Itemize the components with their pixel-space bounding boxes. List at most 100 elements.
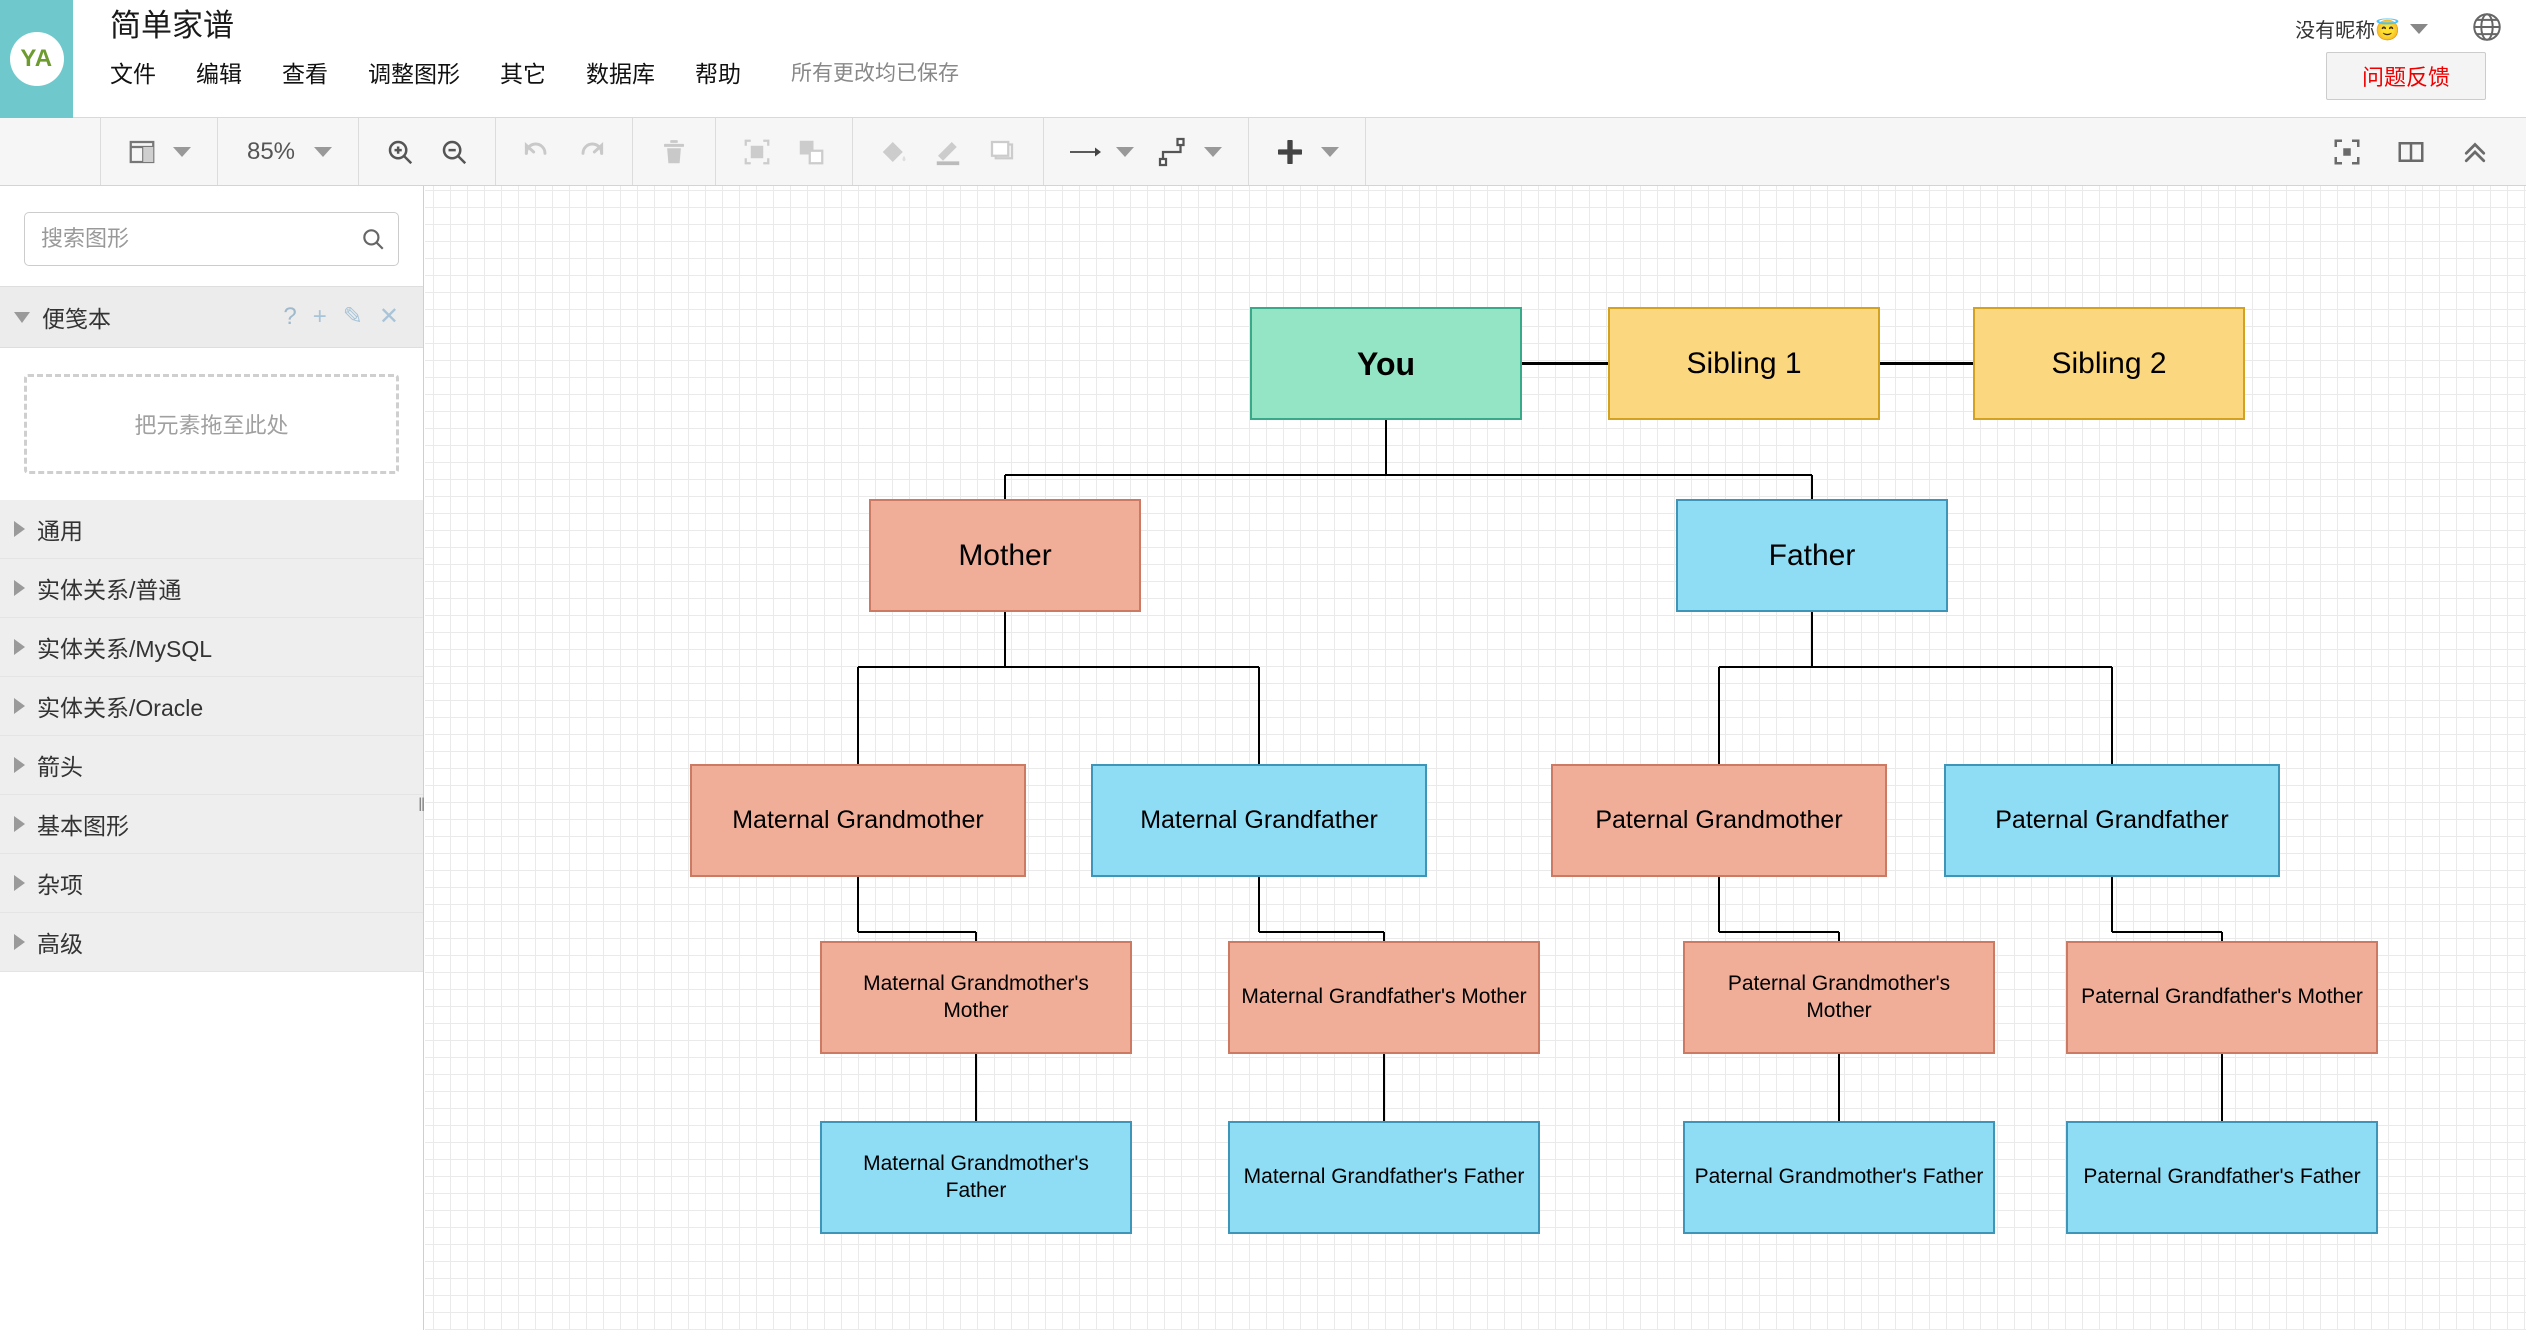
- shadow-icon[interactable]: [975, 125, 1029, 179]
- scratchpad-actions: ? + ✎ ✕: [283, 305, 409, 329]
- app-header: YA 简单家谱 文件 编辑 查看 调整图形 其它 数据库 帮助 所有更改均已保存…: [0, 0, 2526, 118]
- arrow-style-icon[interactable]: [1058, 125, 1112, 179]
- toolbar-group-style: [853, 118, 1044, 185]
- arrow-dropdown-caret-icon[interactable]: [1116, 146, 1134, 157]
- diagram-node-mgm-f[interactable]: Maternal Grandmother's Father: [820, 1121, 1132, 1234]
- menu-help[interactable]: 帮助: [695, 58, 741, 90]
- diagram-node-father[interactable]: Father: [1676, 499, 1948, 612]
- chevron-right-icon: [14, 757, 25, 773]
- chevron-right-icon: [14, 639, 25, 655]
- feedback-button[interactable]: 问题反馈: [2326, 52, 2486, 100]
- fill-color-icon[interactable]: [867, 125, 921, 179]
- diagram-edge-you-to-father: [1386, 473, 1812, 477]
- redo-icon[interactable]: [564, 125, 618, 179]
- chevron-up-double-icon[interactable]: [2448, 125, 2502, 179]
- sidebar-category-er-general[interactable]: 实体关系/普通: [0, 559, 423, 618]
- menu-view[interactable]: 查看: [282, 58, 328, 90]
- diagram-canvas[interactable]: You Sibling 1 Sibling 2 Mother Father Materna…: [425, 186, 2526, 1330]
- toolbar-right-group: [2320, 118, 2526, 185]
- category-label: 实体关系/普通: [37, 577, 182, 603]
- sidebar-resize-handle[interactable]: ‖: [418, 792, 428, 818]
- diagram-node-mgf-f[interactable]: Maternal Grandfather's Father: [1228, 1121, 1540, 1234]
- menu-arrange[interactable]: 调整图形: [368, 58, 460, 90]
- toolbar-group-order: [716, 118, 853, 185]
- zoom-level-label[interactable]: 85%: [232, 138, 310, 166]
- diagram-node-sib2[interactable]: Sibling 2: [1973, 307, 2245, 420]
- sidebar-category-arrows[interactable]: 箭头: [0, 736, 423, 795]
- bring-to-front-icon[interactable]: [730, 125, 784, 179]
- diagram-edge-mother-to-mgm: [856, 667, 860, 764]
- app-logo[interactable]: YA: [0, 0, 73, 118]
- diagram-node-mgf-m[interactable]: Maternal Grandfather's Mother: [1228, 941, 1540, 1054]
- insert-dropdown-caret-icon[interactable]: [1321, 146, 1339, 157]
- connector-dropdown-caret-icon[interactable]: [1204, 146, 1222, 157]
- diagram-edge-you-to-mother: [1003, 475, 1007, 499]
- diagram-node-you[interactable]: You: [1250, 307, 1522, 420]
- menu-bar: 文件 编辑 查看 调整图形 其它 数据库 帮助 所有更改均已保存: [110, 58, 959, 90]
- diagram-edge-father-to-pgf: [1810, 612, 1814, 667]
- diagram-edge-pgf-to-pgf-f: [2112, 930, 2222, 934]
- save-status: 所有更改均已保存: [791, 62, 959, 85]
- sidebar-category-general[interactable]: 通用: [0, 500, 423, 559]
- chevron-down-icon[interactable]: [2410, 23, 2428, 34]
- sidebar-section-scratchpad[interactable]: 便笺本 ? + ✎ ✕: [0, 286, 423, 348]
- help-icon[interactable]: ?: [283, 305, 296, 329]
- sidebar-category-er-mysql[interactable]: 实体关系/MySQL: [0, 618, 423, 677]
- undo-icon[interactable]: [510, 125, 564, 179]
- trash-icon[interactable]: [647, 125, 701, 179]
- fullscreen-icon[interactable]: [2320, 125, 2374, 179]
- sidebar-category-er-oracle[interactable]: 实体关系/Oracle: [0, 677, 423, 736]
- edit-pencil-icon[interactable]: ✎: [343, 305, 363, 329]
- search-box[interactable]: [24, 212, 399, 266]
- menu-file[interactable]: 文件: [110, 58, 156, 90]
- diagram-edge-you-to-father: [1810, 475, 1814, 499]
- diagram-node-mgm-m[interactable]: Maternal Grandmother's Mother: [820, 941, 1132, 1054]
- category-label: 箭头: [37, 754, 83, 780]
- diagram-edge-mgf-to-mgf-f: [1257, 877, 1261, 932]
- layout-panel-icon[interactable]: [115, 125, 169, 179]
- close-icon[interactable]: ✕: [379, 305, 399, 329]
- diagram-node-sib1[interactable]: Sibling 1: [1608, 307, 1880, 420]
- user-menu[interactable]: 没有昵称😇: [2295, 14, 2428, 43]
- menu-edit[interactable]: 编辑: [196, 58, 242, 90]
- line-color-icon[interactable]: [921, 125, 975, 179]
- diagram-node-mgf[interactable]: Maternal Grandfather: [1091, 764, 1427, 877]
- chevron-down-icon: [14, 311, 30, 323]
- send-to-back-icon[interactable]: [784, 125, 838, 179]
- sidebar-category-advanced[interactable]: 高级: [0, 913, 423, 972]
- diagram-node-pgf[interactable]: Paternal Grandfather: [1944, 764, 2280, 877]
- add-icon[interactable]: +: [313, 305, 327, 329]
- diagram-node-pgf-m[interactable]: Paternal Grandfather's Mother: [2066, 941, 2378, 1054]
- layout-dropdown-caret-icon[interactable]: [173, 146, 191, 157]
- zoom-in-icon[interactable]: [373, 125, 427, 179]
- menu-database[interactable]: 数据库: [586, 58, 655, 90]
- diagram-edge-mother-to-mgm: [858, 665, 1005, 669]
- search-area: [0, 186, 423, 286]
- scratchpad-dropzone[interactable]: 把元素拖至此处: [24, 374, 399, 474]
- category-label: 基本图形: [37, 813, 129, 839]
- sidebar-category-misc[interactable]: 杂项: [0, 854, 423, 913]
- toolbar-group-layout: [100, 118, 218, 185]
- diagram-node-pgm-m[interactable]: Paternal Grandmother's Mother: [1683, 941, 1995, 1054]
- diagram-edge-pgf-to-pgf-f: [2110, 877, 2114, 932]
- scratchpad-label: 便笺本: [42, 306, 111, 332]
- search-input[interactable]: [25, 213, 398, 265]
- toolbar-group-history: [496, 118, 633, 185]
- format-panel-icon[interactable]: [2384, 125, 2438, 179]
- zoom-out-icon[interactable]: [427, 125, 481, 179]
- connector-style-icon[interactable]: [1146, 125, 1200, 179]
- document-title[interactable]: 简单家谱: [110, 6, 234, 46]
- diagram-node-pgm[interactable]: Paternal Grandmother: [1551, 764, 1887, 877]
- globe-icon[interactable]: [2470, 10, 2504, 49]
- diagram-edge-mother-to-mgf: [1005, 665, 1259, 669]
- diagram-node-mother[interactable]: Mother: [869, 499, 1141, 612]
- sidebar-category-basic[interactable]: 基本图形: [0, 795, 423, 854]
- diagram-node-pgm-f[interactable]: Paternal Grandmother's Father: [1683, 1121, 1995, 1234]
- chevron-right-icon: [14, 816, 25, 832]
- menu-extras[interactable]: 其它: [500, 58, 546, 90]
- plus-icon[interactable]: [1263, 125, 1317, 179]
- zoom-dropdown-caret-icon[interactable]: [314, 146, 332, 157]
- diagram-node-pgf-f[interactable]: Paternal Grandfather's Father: [2066, 1121, 2378, 1234]
- search-icon[interactable]: [360, 226, 386, 257]
- diagram-node-mgm[interactable]: Maternal Grandmother: [690, 764, 1026, 877]
